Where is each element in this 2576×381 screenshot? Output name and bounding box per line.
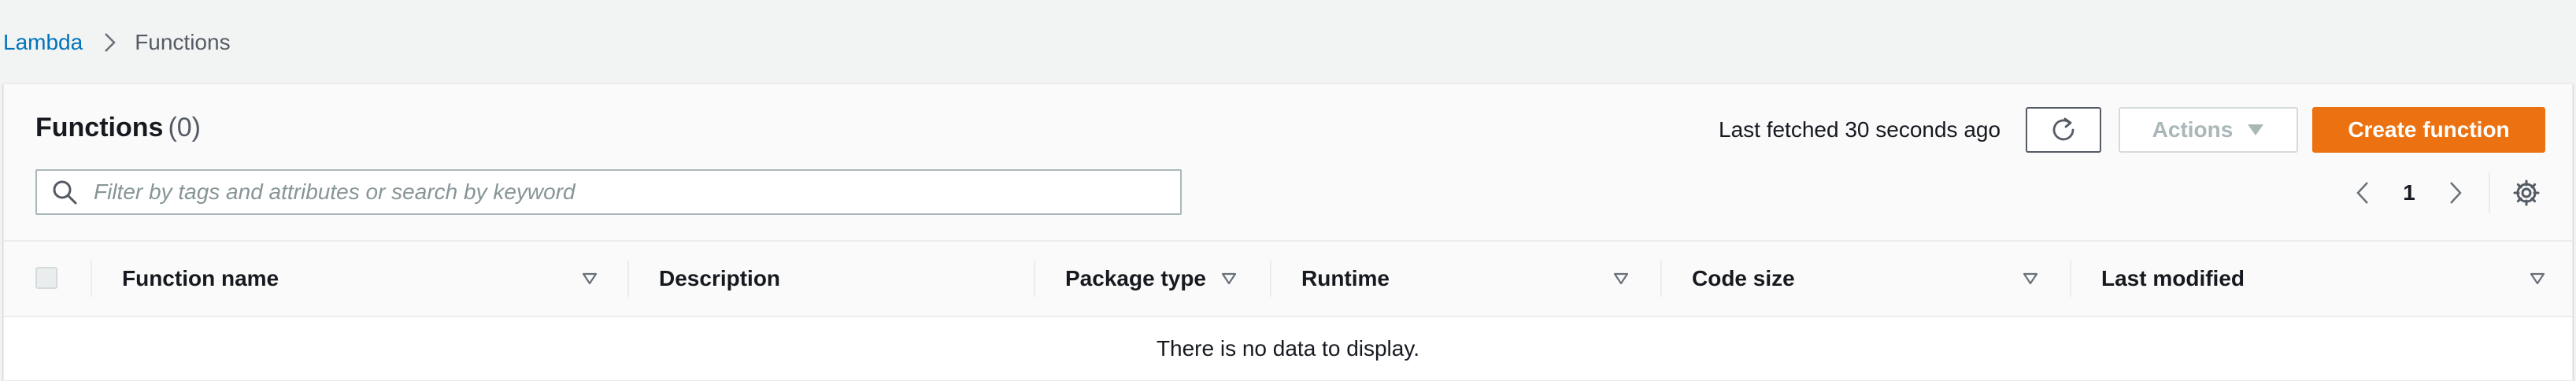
column-divider xyxy=(91,261,92,297)
column-header-label: Last modified xyxy=(2101,266,2245,290)
panel-title-text: Functions xyxy=(35,113,164,142)
column-header-label: Runtime xyxy=(1301,266,1390,290)
search-input[interactable] xyxy=(94,179,1180,205)
column-header-package-type[interactable]: Package type xyxy=(1065,242,1270,316)
breadcrumb-lambda-link[interactable]: Lambda xyxy=(3,30,83,55)
column-header-last-modified[interactable]: Last modified xyxy=(2101,242,2550,316)
empty-state-message: There is no data to display. xyxy=(1156,336,1420,361)
sort-caret-down-icon[interactable] xyxy=(582,272,598,285)
create-function-button[interactable]: Create function xyxy=(2312,107,2545,153)
column-header-description: Description xyxy=(659,242,1029,316)
column-divider xyxy=(1034,261,1035,297)
table-header: Function name Description Package type R… xyxy=(4,240,2572,317)
column-divider xyxy=(627,261,629,297)
function-count: (0) xyxy=(168,113,201,142)
gear-icon[interactable] xyxy=(2512,179,2541,207)
actions-button[interactable]: Actions xyxy=(2119,107,2298,153)
search-box xyxy=(35,169,1182,215)
chevron-right-icon[interactable] xyxy=(2441,179,2470,207)
column-header-runtime[interactable]: Runtime xyxy=(1301,242,1648,316)
column-divider xyxy=(1270,261,1271,297)
table-body: There is no data to display. xyxy=(4,317,2572,380)
page-title: Functions (0) xyxy=(35,113,201,143)
last-fetched-status: Last fetched 30 seconds ago xyxy=(1719,117,2001,142)
select-all-checkbox[interactable] xyxy=(35,267,57,289)
chevron-right-icon xyxy=(103,31,117,54)
sort-caret-down-icon[interactable] xyxy=(1221,272,1237,285)
column-header-label: Package type xyxy=(1065,266,1206,290)
actions-button-label: Actions xyxy=(2152,117,2234,142)
chevron-left-icon[interactable] xyxy=(2348,179,2377,207)
sort-caret-down-icon[interactable] xyxy=(1613,272,1629,285)
refresh-button[interactable] xyxy=(2026,107,2101,153)
column-header-label: Description xyxy=(659,266,781,290)
breadcrumb: Lambda Functions xyxy=(3,28,231,57)
column-divider xyxy=(1660,261,1662,297)
caret-down-icon xyxy=(2247,124,2264,136)
functions-panel: Functions (0) Last fetched 30 seconds ago… xyxy=(3,83,2573,381)
search-icon xyxy=(51,179,78,205)
column-header-label: Code size xyxy=(1692,266,1795,290)
pagination-divider xyxy=(2489,172,2490,213)
column-header-function-name[interactable]: Function name xyxy=(122,242,626,316)
column-header-code-size[interactable]: Code size xyxy=(1692,242,2054,316)
sort-caret-down-icon[interactable] xyxy=(2023,272,2038,285)
refresh-icon xyxy=(2049,116,2078,144)
column-divider xyxy=(2070,261,2071,297)
sort-caret-down-icon[interactable] xyxy=(2530,272,2545,285)
column-header-label: Function name xyxy=(122,266,279,290)
current-page-number[interactable]: 1 xyxy=(2397,179,2421,207)
breadcrumb-current: Functions xyxy=(135,30,231,54)
